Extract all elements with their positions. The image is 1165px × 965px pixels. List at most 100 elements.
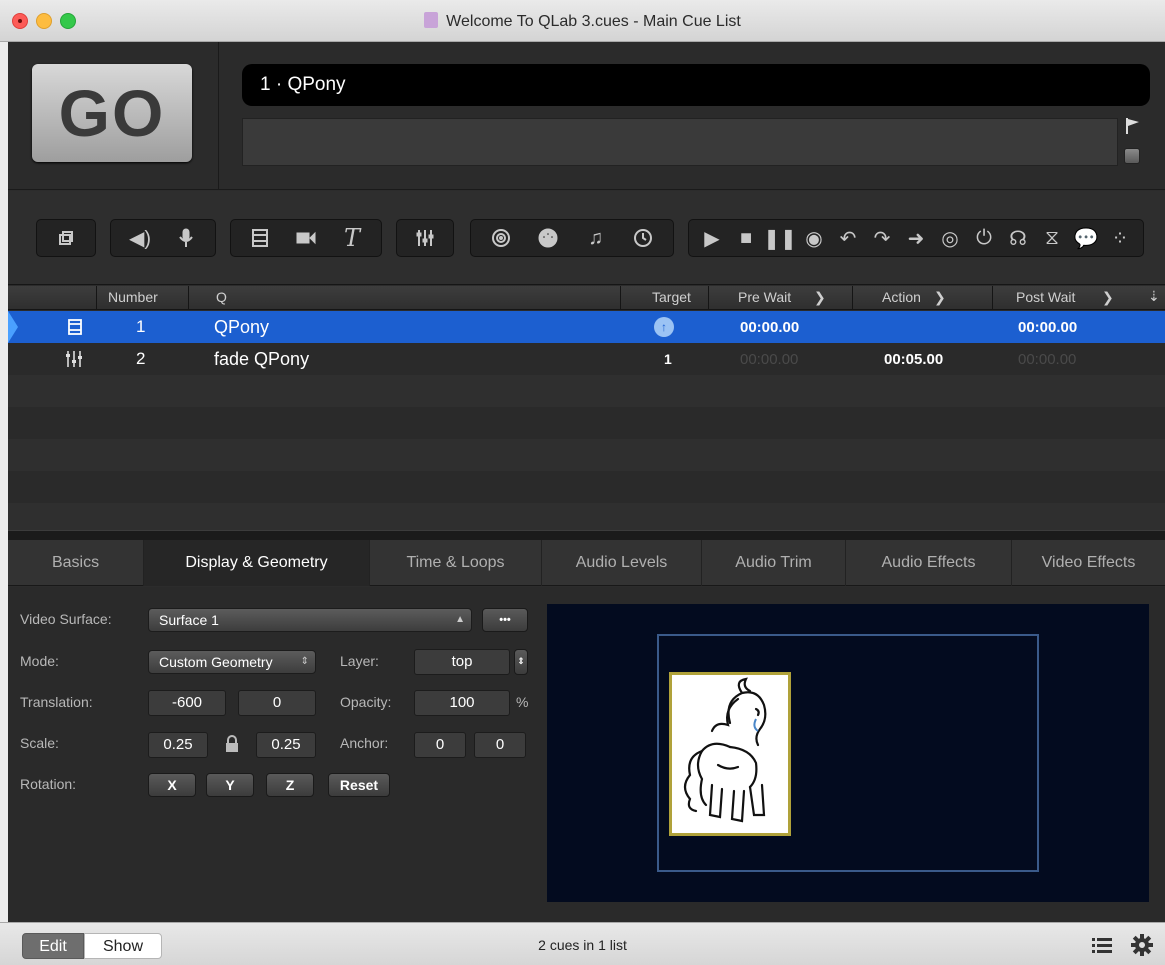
memo-cue-icon[interactable]: 💬: [1071, 223, 1101, 253]
empty-row: [8, 439, 1165, 471]
scale-y-field[interactable]: 0.25: [256, 732, 316, 758]
camera-cue-icon[interactable]: [291, 223, 321, 253]
workspace: GO 1 · QPony ◀︎) T ♫ ▶ ■ ❚❚ ◉ ↶ ↷ ➜ ◎ ⏻ …: [8, 42, 1165, 922]
mic-cue-icon[interactable]: [171, 223, 201, 253]
anchor-x-field[interactable]: 0: [414, 732, 466, 758]
group-cue-toolbar-group: [36, 219, 96, 257]
column-number[interactable]: Number: [108, 289, 158, 305]
anchor-y-field[interactable]: 0: [474, 732, 526, 758]
tab-video-effects[interactable]: Video Effects: [1012, 540, 1165, 586]
opacity-field[interactable]: 100: [414, 690, 510, 716]
opacity-label: Opacity:: [340, 694, 392, 710]
mode-select[interactable]: Custom Geometry ⇕: [148, 650, 316, 674]
column-action[interactable]: Action: [882, 289, 921, 305]
tab-audio-trim[interactable]: Audio Trim: [702, 540, 846, 586]
action-duration: 00:05.00: [884, 351, 944, 368]
layer-stepper[interactable]: ⇕: [514, 649, 528, 675]
column-target[interactable]: Target: [652, 289, 691, 305]
text-cue-icon[interactable]: T: [337, 223, 367, 253]
pony-image: [683, 677, 767, 823]
video-cue-icon: [68, 319, 82, 335]
start-cue-icon[interactable]: ▶: [697, 223, 727, 253]
scale-x-field[interactable]: 0.25: [148, 732, 208, 758]
chevron-right-icon: ❯: [1102, 289, 1114, 305]
rotation-x-button[interactable]: X: [148, 773, 196, 797]
tab-audio-effects[interactable]: Audio Effects: [846, 540, 1012, 586]
arrow-up-icon[interactable]: ↑: [654, 317, 674, 337]
goto-cue-icon[interactable]: ➜: [901, 223, 931, 253]
fade-cue-icon: [66, 351, 82, 367]
script-cue-icon[interactable]: ⁘: [1105, 223, 1135, 253]
fade-toolbar-group: [396, 219, 454, 257]
cue-toolbar: ◀︎) T ♫ ▶ ■ ❚❚ ◉ ↶ ↷ ➜ ◎ ⏻ ☊ ⧖ 💬 ⁘: [8, 191, 1165, 285]
list-icon[interactable]: [1090, 933, 1114, 957]
rotation-y-button[interactable]: Y: [206, 773, 254, 797]
split-view-divider[interactable]: [8, 530, 1165, 540]
fade-cue-icon[interactable]: [410, 223, 440, 253]
table-row[interactable]: 1 QPony ↑ 00:00.00 00:00.00: [8, 311, 1165, 343]
column-post-wait[interactable]: Post Wait: [1016, 289, 1075, 305]
pre-wait: 00:00.00: [740, 351, 799, 368]
control-toolbar-group: ♫: [470, 219, 674, 257]
lock-icon[interactable]: [224, 735, 240, 753]
surface-options-button[interactable]: •••: [482, 608, 528, 632]
table-row[interactable]: 2 fade QPony 1 00:00.00 00:05.00 00:00.0…: [8, 343, 1165, 375]
music-cue-icon[interactable]: ♫: [581, 223, 611, 253]
cue-list-header: Number Q Target Pre Wait ❯ Action ❯ Post…: [8, 286, 1165, 310]
translation-label: Translation:: [20, 694, 93, 710]
opacity-unit: %: [516, 694, 529, 710]
window-title: Welcome To QLab 3.cues - Main Cue List: [0, 12, 1165, 31]
cue-target: 1: [664, 351, 672, 367]
layer-field[interactable]: top: [414, 649, 510, 675]
network-cue-icon[interactable]: [486, 223, 516, 253]
stepper-arrows-icon: ▲: [455, 614, 465, 625]
cue-number: 1: [136, 317, 146, 336]
tab-display-geometry[interactable]: Display & Geometry: [144, 540, 370, 586]
translation-y-field[interactable]: 0: [238, 690, 316, 716]
stepper-arrows-icon: ⇕: [300, 656, 309, 667]
video-cue-icon[interactable]: [245, 223, 275, 253]
video-surface-label: Video Surface:: [20, 611, 112, 627]
translation-x-field[interactable]: -600: [148, 690, 226, 716]
target-cue-icon[interactable]: ◎: [935, 223, 965, 253]
video-toolbar-group: T: [230, 219, 382, 257]
document-icon: [424, 12, 439, 28]
go-button[interactable]: GO: [32, 64, 192, 162]
window-titlebar: Welcome To QLab 3.cues - Main Cue List: [0, 0, 1165, 42]
tab-audio-levels[interactable]: Audio Levels: [542, 540, 702, 586]
geometry-inspector: Video Surface: Surface 1 ▲ ••• Mode: Cust…: [8, 587, 1165, 922]
record-cue-icon[interactable]: ◉: [799, 223, 829, 253]
tab-time-loops[interactable]: Time & Loops: [370, 540, 542, 586]
sort-arrow-icon[interactable]: ⇣: [1148, 288, 1160, 305]
devamp-cue-icon[interactable]: ☊: [1003, 223, 1033, 253]
column-q[interactable]: Q: [216, 289, 227, 305]
wait-cue-icon[interactable]: ⧖: [1037, 223, 1067, 253]
timecode-cue-icon[interactable]: [628, 223, 658, 253]
mode-label: Mode:: [20, 653, 59, 669]
status-bar: Edit Show 2 cues in 1 list: [0, 922, 1165, 965]
video-layer-thumbnail[interactable]: [669, 672, 791, 836]
stop-cue-icon[interactable]: ■: [731, 223, 761, 253]
disarm-cue-icon[interactable]: ⏻: [969, 223, 999, 253]
pause-cue-icon[interactable]: ❚❚: [763, 223, 797, 253]
video-surface-outline: [657, 634, 1039, 872]
cue-count-status: 2 cues in 1 list: [538, 937, 627, 953]
flag-icon[interactable]: [1126, 118, 1140, 134]
reset-geometry-button[interactable]: Reset: [328, 773, 390, 797]
audio-cue-icon[interactable]: ◀︎): [125, 223, 155, 253]
video-preview[interactable]: [547, 604, 1149, 902]
cue-name: QPony: [214, 317, 270, 337]
reset-cue-icon[interactable]: ↶: [833, 223, 863, 253]
gear-icon[interactable]: [1130, 933, 1154, 957]
cue-notes-field[interactable]: [242, 118, 1118, 166]
tab-basics[interactable]: Basics: [8, 540, 144, 586]
column-pre-wait[interactable]: Pre Wait: [738, 289, 791, 305]
rotation-z-button[interactable]: Z: [266, 773, 314, 797]
flag-checkbox[interactable]: [1124, 148, 1140, 164]
midi-cue-icon[interactable]: [533, 223, 563, 253]
group-cue-icon[interactable]: [51, 223, 81, 253]
video-surface-select[interactable]: Surface 1 ▲: [148, 608, 472, 632]
load-cue-icon[interactable]: ↷: [867, 223, 897, 253]
scale-label: Scale:: [20, 735, 59, 751]
cue-list: Number Q Target Pre Wait ❯ Action ❯ Post…: [8, 286, 1165, 530]
